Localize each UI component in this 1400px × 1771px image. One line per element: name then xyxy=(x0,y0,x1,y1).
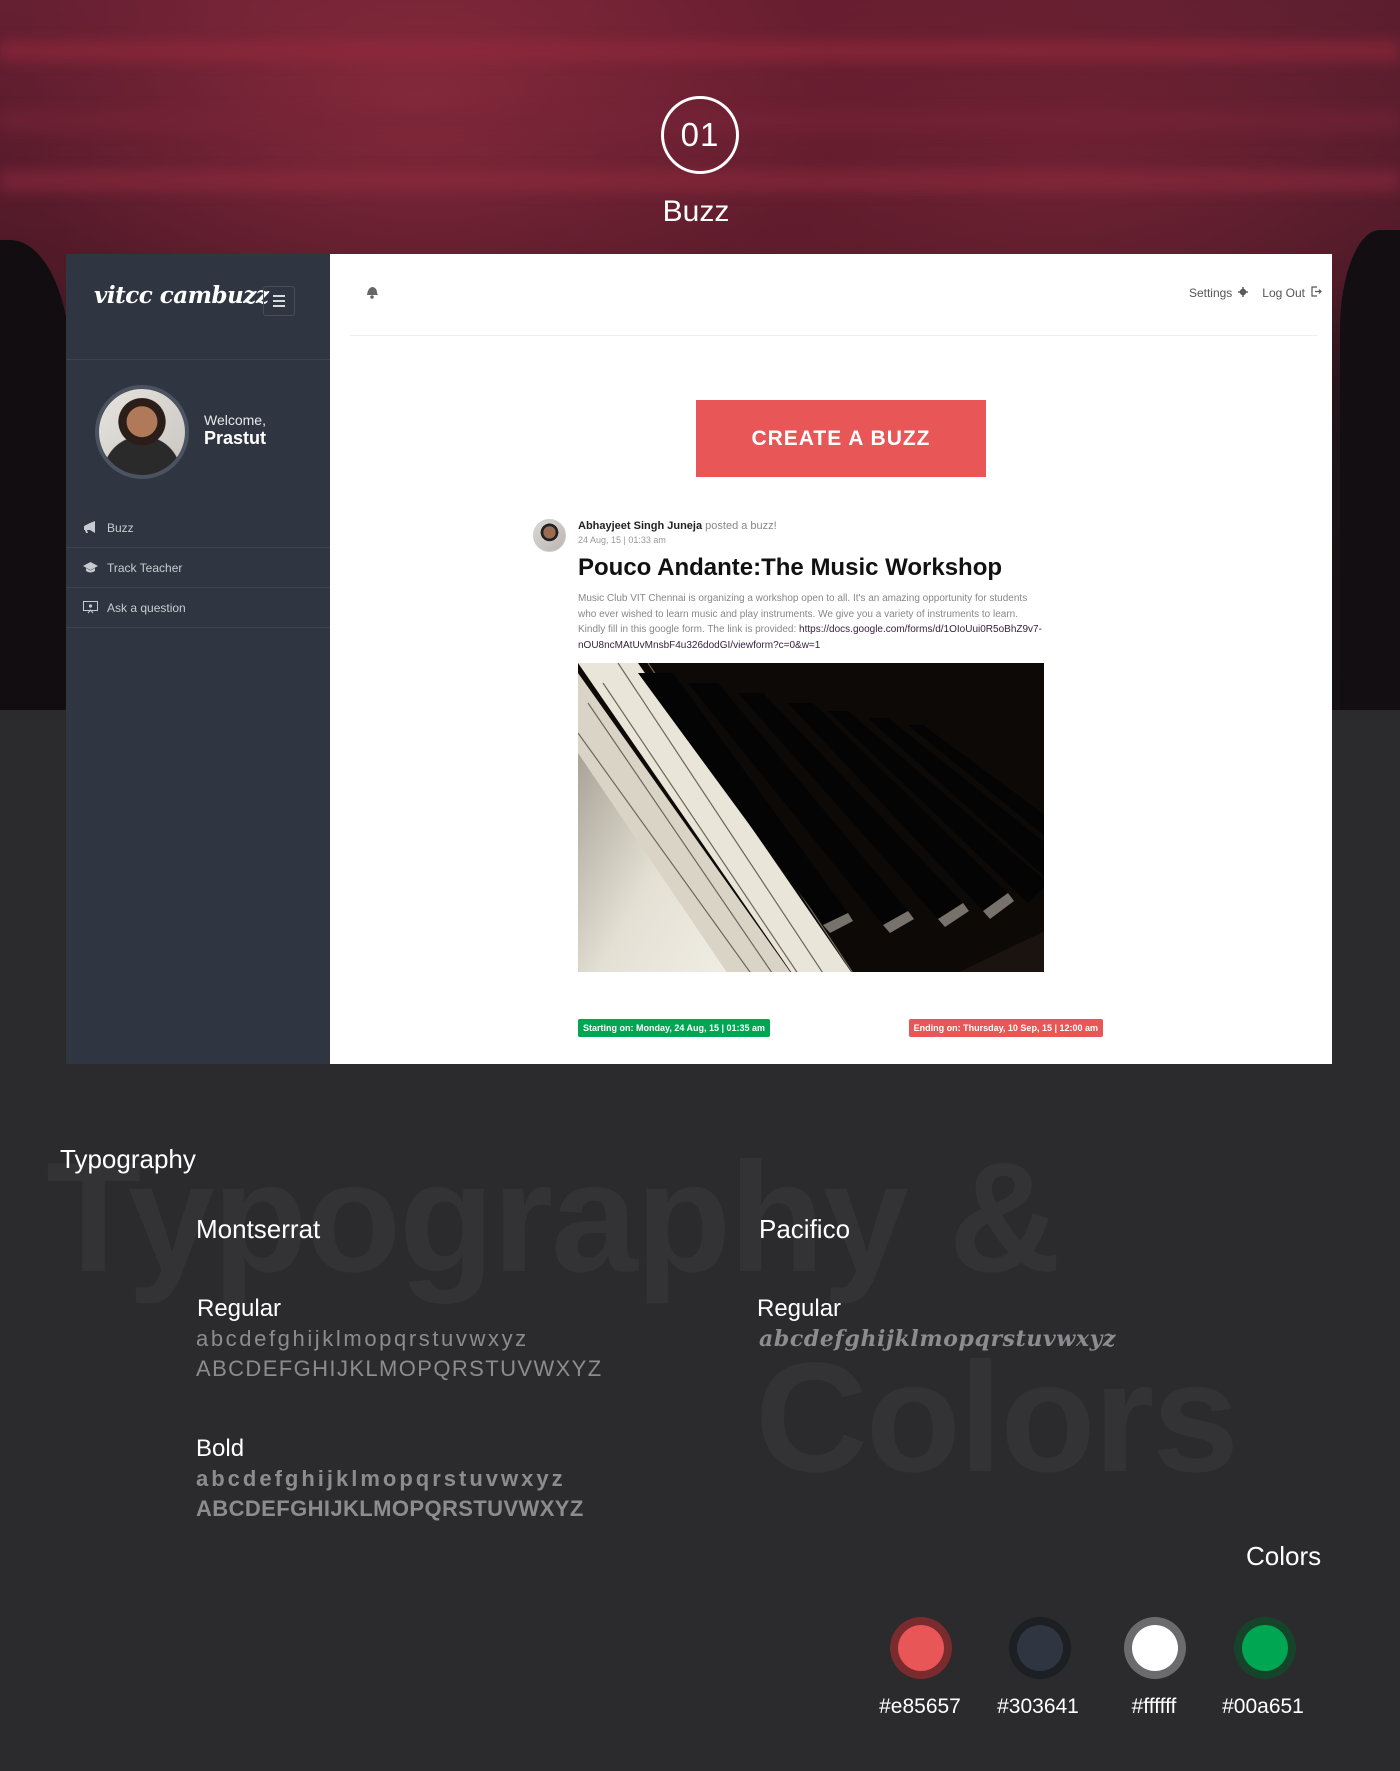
step-title: Buzz xyxy=(662,195,730,228)
top-links: Settings Log Out xyxy=(1189,286,1322,300)
color-hex-red: #e85657 xyxy=(879,1695,961,1718)
building-silhouette xyxy=(1340,230,1400,710)
post-header: Abhayjeet Singh Juneja posted a buzz! xyxy=(578,520,777,532)
piano-keys-photo xyxy=(578,663,1044,972)
post-date: 24 Aug, 15 | 01:33 am xyxy=(578,535,666,545)
sidebar-nav: Buzz Track Teacher Ask a question xyxy=(66,508,330,628)
post-body: Music Club VIT Chennai is organizing a w… xyxy=(578,591,1044,653)
sidebar-item-label: Buzz xyxy=(107,520,134,535)
sidebar-item-label: Track Teacher xyxy=(107,560,183,575)
sample-regular-lowercase: abcdefghijklmopqrstuvwxyz xyxy=(196,1326,529,1351)
color-hex-green: #00a651 xyxy=(1222,1695,1304,1718)
color-swatch-slate xyxy=(1009,1617,1071,1679)
post-author[interactable]: Abhayjeet Singh Juneja xyxy=(578,520,702,532)
ghost-heading-colors: Colors xyxy=(755,1331,1239,1505)
swatch-fill xyxy=(1017,1625,1063,1671)
end-date-badge: Ending on: Thursday, 10 Sep, 15 | 12:00 … xyxy=(908,1019,1103,1037)
question-board-icon xyxy=(82,600,98,616)
weight-label-bold: Bold xyxy=(196,1435,245,1462)
sky-streak xyxy=(0,40,1400,62)
sidebar-item-buzz[interactable]: Buzz xyxy=(66,508,330,548)
start-date-badge: Starting on: Monday, 24 Aug, 15 | 01:35 … xyxy=(578,1019,771,1037)
logout-label: Log Out xyxy=(1262,286,1305,300)
tree-silhouette xyxy=(0,240,70,710)
colors-title: Colors xyxy=(1246,1541,1322,1571)
color-hex-white: #ffffff xyxy=(1131,1695,1177,1718)
menu-toggle-button[interactable] xyxy=(263,286,295,316)
post-title: Pouco Andante:The Music Workshop xyxy=(578,554,1003,581)
hamburger-icon xyxy=(273,300,285,302)
sidebar-item-track-teacher[interactable]: Track Teacher xyxy=(66,548,330,588)
graduation-cap-icon xyxy=(82,560,98,576)
notification-bell-icon[interactable] xyxy=(364,284,380,304)
user-name: Prastut xyxy=(204,428,267,448)
hamburger-icon xyxy=(273,305,285,307)
sample-regular-uppercase: ABCDEFGHIJKLMOPQRSTUVWXYZ xyxy=(196,1356,603,1381)
swatch-fill xyxy=(898,1625,944,1671)
font-name-pacifico: Pacifico xyxy=(759,1214,851,1244)
swatch-fill xyxy=(1242,1625,1288,1671)
font-name-montserrat: Montserrat xyxy=(196,1214,321,1244)
logout-icon xyxy=(1311,286,1322,300)
hamburger-icon xyxy=(273,295,285,297)
color-swatch-green xyxy=(1234,1617,1296,1679)
sidebar-item-label: Ask a question xyxy=(107,600,186,615)
post-author-avatar[interactable] xyxy=(533,519,566,552)
megaphone-icon xyxy=(82,520,98,536)
swatch-fill xyxy=(1132,1625,1178,1671)
sidebar-divider xyxy=(66,359,330,360)
weight-label-regular-pacifico: Regular xyxy=(757,1295,842,1322)
gear-icon xyxy=(1238,286,1249,300)
sample-script-lowercase: abcdefghijklmopqrstuvwxyz xyxy=(759,1326,1117,1352)
sample-bold-lowercase: abcdefghijklmopqrstuvwxyz xyxy=(196,1466,566,1491)
step-number-badge: 01 xyxy=(661,96,739,174)
sample-bold-uppercase: ABCDEFGHIJKLMOPQRSTUVWXYZ xyxy=(196,1496,584,1521)
weight-label-regular: Regular xyxy=(197,1295,282,1322)
typography-title: Typography xyxy=(60,1144,196,1174)
color-swatch-red xyxy=(890,1617,952,1679)
brand-logo[interactable]: vitcc cambuzz xyxy=(94,282,269,309)
logout-link[interactable]: Log Out xyxy=(1262,286,1322,300)
post-action: posted a buzz! xyxy=(705,520,777,532)
sidebar: vitcc cambuzz Welcome, Prastut Buzz Trac… xyxy=(66,254,330,1064)
settings-label: Settings xyxy=(1188,286,1233,300)
settings-link[interactable]: Settings xyxy=(1188,286,1249,300)
color-hex-slate: #303641 xyxy=(997,1695,1079,1718)
sidebar-item-ask-question[interactable]: Ask a question xyxy=(66,588,330,628)
user-avatar[interactable] xyxy=(95,385,189,479)
topbar-divider xyxy=(350,335,1318,336)
color-swatch-white xyxy=(1124,1617,1186,1679)
piano-keys-illustration xyxy=(578,663,1044,972)
welcome-text: Welcome, xyxy=(204,412,266,428)
create-buzz-button[interactable]: CREATE A BUZZ xyxy=(696,400,986,477)
